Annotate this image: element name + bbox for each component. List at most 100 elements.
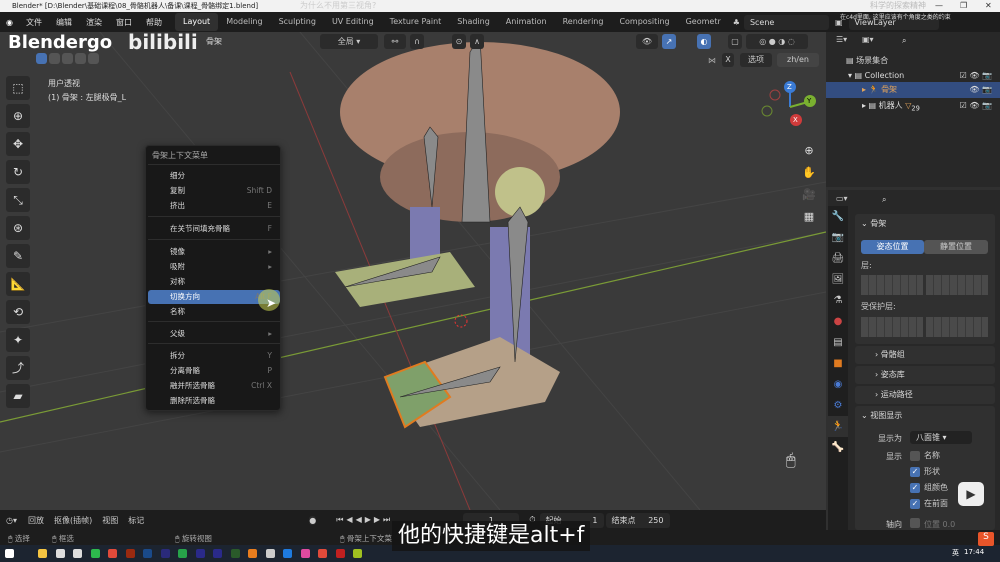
tab-rendering[interactable]: Rendering: [555, 13, 612, 31]
pose-position-button[interactable]: 姿态位置: [861, 240, 924, 254]
taskbar-app-icon[interactable]: [90, 549, 100, 558]
outliner-search-input[interactable]: ⌕: [896, 34, 980, 47]
protected-layers-grid-1[interactable]: [861, 317, 923, 337]
blender-logo-icon[interactable]: ◉: [0, 18, 19, 27]
tab-geometry-nodes[interactable]: Geometr: [678, 13, 729, 31]
properties-search-input[interactable]: ⌕: [876, 193, 960, 206]
view-menu[interactable]: 视图: [97, 515, 123, 526]
bone-size-tool-icon[interactable]: ✦: [6, 328, 30, 352]
context-menu-item[interactable]: 细分: [148, 169, 280, 183]
scale-tool-icon[interactable]: ⤡: [6, 188, 30, 212]
gizmo-toggle-icon[interactable]: ↗: [662, 34, 676, 49]
armature-menu[interactable]: 骨架: [206, 36, 222, 47]
axes-position-field[interactable]: 位置 0.0: [924, 519, 955, 530]
start-menu-icon[interactable]: [5, 549, 14, 558]
menu-edit[interactable]: 编辑: [49, 17, 79, 28]
pose-library-panel[interactable]: › 姿态库: [855, 366, 995, 384]
context-menu-item[interactable]: 分离骨骼 P: [148, 364, 280, 378]
context-menu-item[interactable]: 父级 ▸: [148, 327, 280, 341]
taskbar-app-icon[interactable]: [195, 549, 205, 558]
select-subtract-icon[interactable]: [62, 53, 73, 64]
context-menu-item[interactable]: 在关节间填充骨骼 F: [148, 222, 280, 236]
taskbar-app-icon[interactable]: [283, 549, 292, 558]
proportional-edit-icon[interactable]: ⊙: [452, 34, 466, 49]
bone-layers-grid-1[interactable]: [861, 275, 923, 295]
gizmo-y-label[interactable]: Y: [807, 97, 811, 105]
rotate-tool-icon[interactable]: ↻: [6, 160, 30, 184]
mirror-x-icon[interactable]: ⋈: [708, 56, 716, 65]
bone-tab-icon[interactable]: 🦴: [828, 437, 848, 458]
taskbar-app-icon[interactable]: [125, 549, 135, 558]
taskbar-app-icon[interactable]: [265, 549, 275, 558]
xray-icon[interactable]: ▢: [728, 34, 742, 49]
annotate-tool-icon[interactable]: ✎: [6, 244, 30, 268]
motion-paths-panel[interactable]: › 运动路径: [855, 386, 995, 404]
axes-checkbox[interactable]: [910, 518, 920, 528]
falloff-icon[interactable]: ∧: [470, 34, 484, 49]
overlay-toggle-icon[interactable]: ◐: [697, 34, 711, 49]
outliner-armature[interactable]: ▸ 🏃 骨架 👁 📷: [826, 82, 1000, 98]
scene-field[interactable]: Scene: [743, 14, 829, 30]
checkbox-icon[interactable]: ✓: [910, 498, 920, 509]
minimize-button[interactable]: —: [935, 0, 943, 12]
render-tab-icon[interactable]: 📷: [828, 227, 848, 248]
protected-layers-grid-2[interactable]: [926, 317, 988, 337]
shading-mode-buttons[interactable]: ◎ ● ◑ ◌: [746, 34, 808, 49]
marker-menu[interactable]: 标记: [123, 515, 149, 526]
measure-tool-icon[interactable]: 📐: [6, 272, 30, 296]
zoom-icon[interactable]: ⊕: [800, 140, 818, 162]
armature-data-tab-icon[interactable]: 🏃: [828, 416, 848, 437]
pivot-icon[interactable]: ⚯: [384, 34, 406, 49]
extrude-tool-icon[interactable]: ⤴: [6, 356, 30, 380]
roll-tool-icon[interactable]: ⟲: [6, 300, 30, 324]
transform-tool-icon[interactable]: ⊛: [6, 216, 30, 240]
snap-icon[interactable]: ∩: [410, 34, 424, 49]
rest-position-button[interactable]: 静置位置: [924, 240, 988, 254]
tab-compositing[interactable]: Compositing: [611, 13, 677, 31]
context-menu-item[interactable]: 挤出 E: [148, 199, 280, 213]
menu-render[interactable]: 渲染: [79, 17, 109, 28]
3d-viewport[interactable]: Z Y X Blendergo bilibili 骨架 全局 ▾ ⚯ ∩ ⊙ ∧…: [0, 32, 826, 510]
context-menu-item[interactable]: 吸附 ▸: [148, 260, 280, 274]
taskbar-app-icon[interactable]: [353, 549, 362, 558]
display-as-dropdown[interactable]: 八面锥 ▾: [910, 431, 972, 444]
tool-tab-icon[interactable]: 🔧: [828, 206, 848, 227]
outliner-scene-collection[interactable]: ▤ 场景集合: [826, 53, 1000, 69]
checkbox-icon[interactable]: [910, 450, 920, 461]
editor-type-icon[interactable]: ▭▾: [836, 194, 848, 203]
bone-layers-grid-2[interactable]: [926, 275, 988, 295]
taskbar-app-icon[interactable]: [318, 549, 327, 558]
taskbar-app-icon[interactable]: [335, 549, 345, 558]
view-layer-tab-icon[interactable]: 🖼: [828, 269, 848, 290]
scene-icon[interactable]: ♣: [729, 18, 744, 27]
end-frame-field[interactable]: 结束点 250: [605, 512, 670, 528]
taskbar-app-icon[interactable]: [160, 549, 170, 558]
constraints-tab-icon[interactable]: ⚙: [828, 395, 848, 416]
display-mode-icon[interactable]: ☰▾: [836, 35, 847, 44]
output-tab-icon[interactable]: 🖨: [828, 248, 848, 269]
sogou-ime-icon[interactable]: S: [978, 532, 994, 546]
move-tool-icon[interactable]: ✥: [6, 132, 30, 156]
viewport-display-header[interactable]: ⌄ 视图显示: [861, 410, 902, 421]
options-dropdown[interactable]: 选项: [740, 53, 772, 67]
taskbar-app-icon[interactable]: [108, 549, 117, 558]
taskbar-app-icon[interactable]: [300, 549, 310, 558]
visibility-icon[interactable]: 👁: [636, 34, 658, 49]
display-checkbox[interactable]: ✓ 形状: [910, 466, 940, 477]
ime-indicator[interactable]: 英: [952, 548, 959, 558]
select-invert-icon[interactable]: [75, 53, 86, 64]
taskbar-app-icon[interactable]: [143, 549, 152, 558]
clock[interactable]: 17:44: [964, 548, 984, 556]
menu-help[interactable]: 帮助: [139, 17, 169, 28]
pan-hand-icon[interactable]: ✋: [800, 162, 818, 184]
checkbox-icon[interactable]: ✓: [910, 482, 920, 493]
taskbar-app-icon[interactable]: [55, 549, 65, 558]
taskbar-app-icon[interactable]: [38, 549, 47, 558]
gizmo-x-label[interactable]: X: [793, 116, 798, 124]
playback-controls[interactable]: ⏮◀◀▶▶⏭: [336, 515, 393, 525]
taskbar-app-icon[interactable]: [73, 549, 82, 558]
tab-animation[interactable]: Animation: [498, 13, 555, 31]
context-menu-item[interactable]: 删除所选骨骼: [148, 394, 280, 408]
gizmo-z-label[interactable]: Z: [787, 83, 792, 91]
menu-file[interactable]: 文件: [19, 17, 49, 28]
